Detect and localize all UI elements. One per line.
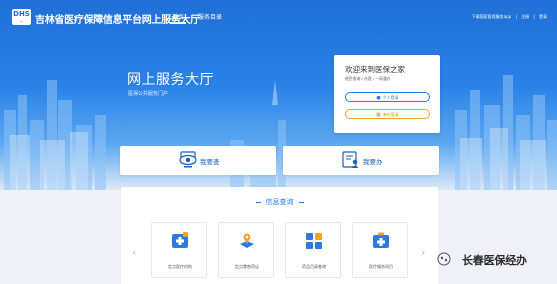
- page-subtitle: 医保公共服务门户: [128, 91, 169, 97]
- medical-service-icon: [373, 232, 389, 248]
- info-query-panel: 信息查询 定点医疗机构 定点零售药店 药品目录查询 医疗服务项目: [121, 187, 438, 284]
- divider: |: [515, 14, 517, 19]
- user-icon: ●: [376, 95, 381, 101]
- login-card-title: 欢迎来到医保之家: [345, 65, 405, 74]
- top-links: 下载国家医保服务app | 注册 | 登录: [469, 14, 547, 20]
- page-title: 网上服务大厅: [127, 72, 214, 88]
- carousel-prev-arrow[interactable]: ‹: [132, 246, 136, 259]
- query-action-label: 我要查: [200, 158, 220, 166]
- drug-catalog-icon: [306, 233, 322, 249]
- tile-designated-hospital[interactable]: 定点医疗机构: [151, 222, 207, 278]
- login-link[interactable]: 登录: [539, 14, 547, 19]
- building-icon: ▦: [376, 112, 381, 118]
- carousel-next-arrow[interactable]: ›: [421, 246, 425, 259]
- tile-label: 医疗服务项目: [369, 264, 393, 269]
- nav-service-catalog-tab[interactable]: 服务目录: [198, 12, 222, 21]
- login-card: 欢迎来到医保之家 便民查询 / 办理 / 一网通办 ● 个人登录 ▦ 单位登录: [334, 55, 440, 133]
- eye-screen-icon: [179, 151, 197, 168]
- top-navigation-bar: DHS — 吉林省医疗保障信息平台网上服务大厅 首页 服务目录 下载国家医保服务a…: [0, 0, 557, 34]
- tile-label: 药品目录查询: [302, 264, 326, 269]
- dhs-logo[interactable]: DHS —: [12, 9, 31, 25]
- unit-login-label: 单位登录: [382, 112, 399, 117]
- unit-login-button[interactable]: ▦ 单位登录: [345, 109, 430, 119]
- watermark-text: 长春医保经办: [462, 254, 527, 267]
- document-user-icon: [342, 151, 359, 168]
- personal-login-label: 个人登录: [382, 95, 399, 100]
- tile-medical-service[interactable]: 医疗服务项目: [352, 222, 408, 278]
- query-action-card[interactable]: 我要查: [120, 146, 276, 175]
- apply-action-label: 我要办: [363, 158, 383, 166]
- wechat-logo-icon: [437, 252, 451, 266]
- tile-label: 定点零售药店: [235, 264, 259, 269]
- divider: |: [533, 14, 535, 19]
- info-query-title: 信息查询: [121, 197, 438, 207]
- hospital-icon: [172, 232, 188, 248]
- tile-label: 定点医疗机构: [168, 264, 192, 269]
- nav-home-tab[interactable]: 首页: [169, 12, 187, 24]
- tile-designated-pharmacy[interactable]: 定点零售药店: [218, 222, 274, 278]
- tile-drug-catalog[interactable]: 药品目录查询: [285, 222, 341, 278]
- apply-action-card[interactable]: 我要办: [283, 146, 439, 175]
- download-app-link[interactable]: 下载国家医保服务app: [472, 14, 512, 19]
- personal-login-button[interactable]: ● 个人登录: [345, 92, 430, 102]
- pharmacy-map-icon: [240, 233, 254, 248]
- login-card-subtitle: 便民查询 / 办理 / 一网通办: [345, 76, 391, 81]
- register-link[interactable]: 注册: [521, 14, 529, 19]
- wechat-watermark: 长春医保经办: [437, 251, 555, 267]
